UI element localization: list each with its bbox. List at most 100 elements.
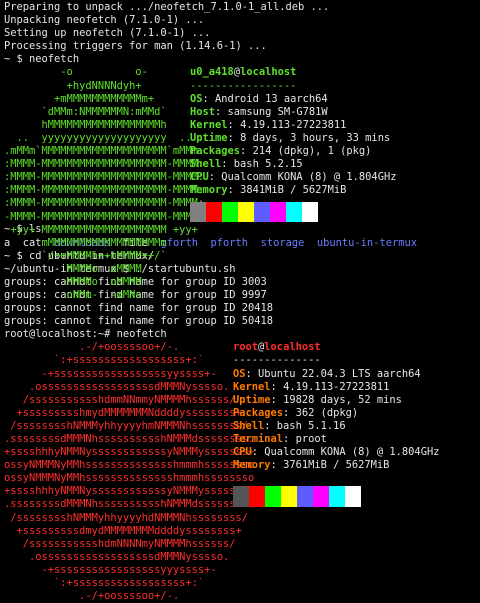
info-colon: : [264,419,277,432]
logo-line: `:+ssssssssssssssssss+:` [4,354,205,367]
ls-directory: pforth [210,236,249,249]
info-cpu: CPU: Qualcomm KONA (8) @ 1.804GHz [190,171,396,184]
info-value: samsung SM-G781W [227,105,328,118]
info-value: Android 13 aarch64 [215,92,328,105]
color-swatch [254,202,270,223]
ubuntu-system-info: root@localhost -------------- OS: Ubuntu… [233,341,439,508]
output-line: Unpacking neofetch (7.1.0-1) ... [4,14,205,27]
info-value: bash 5.1.16 [276,419,346,432]
logo-line: .-/+oossssoo+/-. [4,341,180,354]
info-shell: Shell: bash 5.1.16 [233,420,439,433]
logo-line: +hydNNNNdyh+ [4,79,142,92]
info-colon: : [202,92,216,105]
logo-line: .. yyyyyyyyyyyyyyyyyyyy .. [4,131,192,144]
info-colon: : [215,105,228,118]
info-memory: Memory: 3761MiB / 5627MiB [233,459,439,472]
info-key: Kernel [233,380,271,393]
info-key: Uptime [190,131,228,144]
info-os: OS: Ubuntu 22.04.3 LTS aarch64 [233,368,439,381]
info-value: Qualcomm KONA (8) @ 1.804GHz [221,171,397,184]
info-colon: : [208,171,222,184]
color-palette [233,486,439,508]
info-colon: : [227,184,241,197]
shell-prompt: ~ $ neofetch [4,53,480,66]
info-key: Host [190,105,216,118]
info-value: bash 5.2.15 [233,158,303,171]
ubuntu-ascii-logo: .-/+oossssoo+/-. `:+ssssssssssssssssss+:… [4,341,254,603]
logo-line: ossyNMMMNyMMhsssssssssssssshmmmhssssssso [4,472,255,485]
info-value: 3761MiB / 5627MiB [283,459,390,472]
info-value: Ubuntu 22.04.3 LTS aarch64 [258,367,421,380]
info-shell: Shell: bash 5.2.15 [190,158,396,171]
info-key: Kernel [190,118,228,131]
info-colon: : [221,158,234,171]
info-colon: : [227,118,241,131]
info-host: Host: samsung SM-G781W [190,106,396,119]
output-line: groups: cannot find name for group ID 50… [4,315,273,328]
info-value: 4.19.113-27223811 [240,118,347,131]
info-value: 19828 days, 52 mins [283,393,402,406]
logo-line: -+sssssssssssssssssyyyssss+- [4,563,217,576]
logo-line: +mMMMMMMMMMMMMm+ [4,92,155,105]
logo-line: :MMMM-MMMMMMMMMMMMMMMMMMMM-MMMM: [4,158,205,171]
logo-line: +sssshhhyNMMNyssssssssssssyNMMMysssssss+ [4,446,255,459]
info-memory: Memory: 3841MiB / 5627MiB [190,184,396,197]
info-key: Uptime [233,393,271,406]
color-swatch [190,202,206,223]
logo-line: /ssssssssssshdmmNNmmyNMMMMhssssss/ [4,393,236,406]
info-kernel: Kernel: 4.19.113-27223811 [190,119,396,132]
output-line: Setting up neofetch (7.1.0-1) ... [4,27,211,40]
output-line: Processing triggers for man (1.14.6-1) .… [4,40,267,53]
command-text: neofetch [29,53,80,66]
android-ascii-logo: -o o- +hydNNNNdyh+ +mMMMMMMMMMMMMm+ `dMM… [4,66,204,302]
logo-line: :MMMM-MMMMMMMMMMMMMMMMMMMM-MMMM: [4,197,205,210]
color-swatch [281,486,297,508]
logo-line: `:+ssssssssssssssssss+:` [4,577,205,589]
user-host: u0_a418@localhost [190,66,396,79]
info-os: OS: Android 13 aarch64 [190,93,396,106]
color-swatch [313,486,329,508]
logo-line: .ossssssssssssssssssdMMMNysssso. [4,550,230,563]
logo-line: ossyNMMMNyMMhsssssssssssssshmmmhssssssso [4,459,255,472]
ls-directory: storage [260,236,305,249]
logo-line: .-/+oossssoo+/-. [4,590,180,603]
logo-line: -+ssssssssssssssssssyyssss+- [4,367,217,380]
logo-line: -MMMM-MMMMMMMMMMMMMMMMMMMM-MMMM- [4,210,205,223]
info-key: OS [233,367,246,380]
info-key: Packages [190,145,241,158]
logo-line: `dMMm:NMMMMMMN:mMMd` [4,105,167,118]
user-host: root@localhost [233,341,439,354]
info-terminal: Terminal: proot [233,433,439,446]
output-line: Preparing to unpack .../neofetch_7.1.0-1… [4,1,330,13]
info-separator: -------------- [233,354,321,367]
info-colon: : [283,406,296,419]
info-key: Memory [233,459,271,472]
info-colon: : [251,446,265,459]
info-value: proot [295,432,327,445]
info-value: 4.19.113-27223811 [283,380,390,393]
username: u0_a418 [190,66,234,79]
color-swatch [265,486,281,508]
color-swatch [286,202,302,223]
prompt-symbol: root@localhost:~# [4,328,117,341]
info-colon: : [245,367,259,380]
color-swatch [297,486,313,508]
color-swatch [302,202,318,223]
color-swatch [270,202,286,223]
info-key: Shell [190,158,222,171]
color-palette [190,202,396,223]
logo-line: .ossssssssssssssssssdMMMNysssso. [4,380,230,393]
info-kernel: Kernel: 4.19.113-27223811 [233,381,439,394]
terminal-window[interactable]: Preparing to unpack .../neofetch_7.1.0-1… [0,0,480,602]
logo-line: /ssssssssssshdmNNNNmyNMMMMhssssss/ [4,537,236,550]
color-swatch [238,202,254,223]
info-colon: : [283,432,296,445]
neofetch-ubuntu: .-/+oossssoo+/-. `:+ssssssssssssssssss+:… [4,341,480,602]
hostname: localhost [264,341,321,354]
logo-line: `/++MMMMh++hMMMM++/` [4,249,167,262]
info-separator: ----------------- [190,79,297,92]
info-value: 8 days, 3 hours, 33 mins [240,131,391,144]
info-key: Memory [190,184,228,197]
logo-line: .mMMm`MMMMMMMMMMMMMMMMMMMM`mMMm. [4,145,205,158]
info-key: Packages [233,406,284,419]
